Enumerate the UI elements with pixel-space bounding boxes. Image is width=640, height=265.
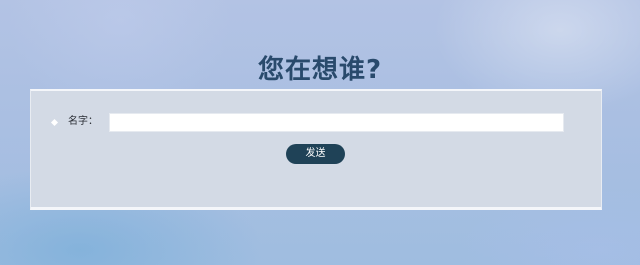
form-panel: 名字： 发送: [30, 89, 602, 210]
page-title: 您在想谁?: [257, 55, 383, 86]
name-input[interactable]: [109, 113, 564, 132]
diamond-bullet-icon: [50, 118, 59, 127]
send-button[interactable]: 发送: [286, 144, 345, 164]
name-field-label: 名字：: [68, 116, 98, 127]
